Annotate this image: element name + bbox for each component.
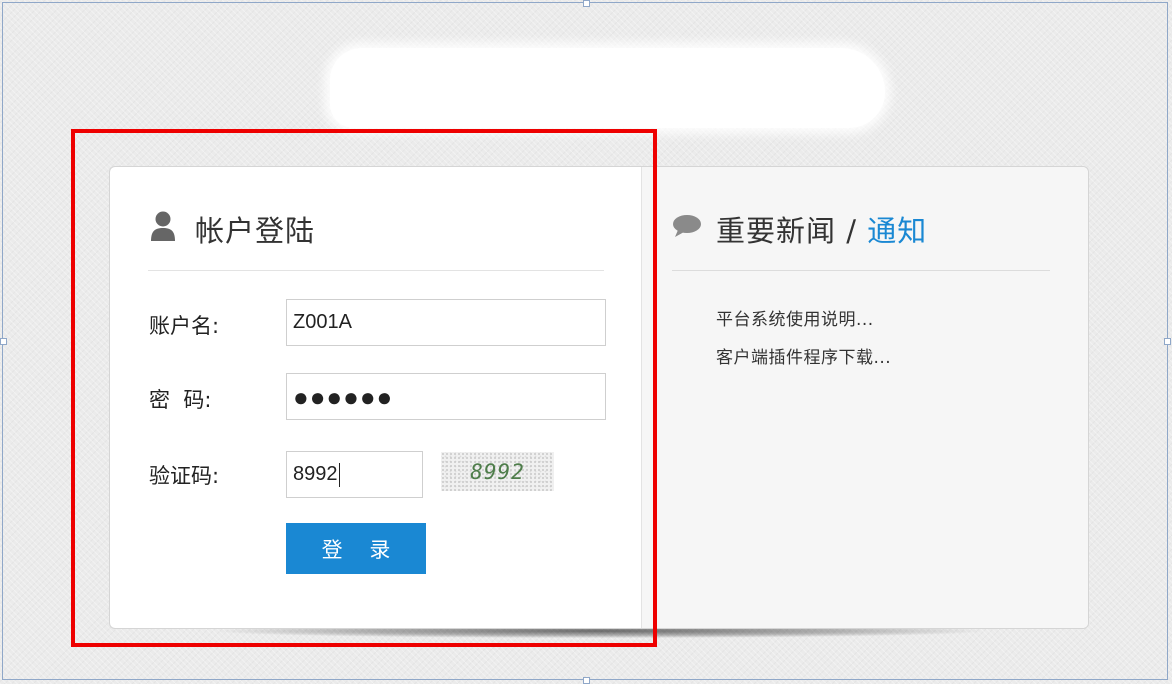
resize-handle[interactable] [1164,338,1171,345]
highlight-box [71,129,657,647]
resize-handle[interactable] [583,0,590,7]
news-panel-title: 重要新闻 / 通知 [716,208,927,250]
news-title-divider [672,270,1050,271]
news-item-plugin-download[interactable]: 客户端插件程序下载... [716,343,891,368]
news-item-manual[interactable]: 平台系统使用说明... [716,305,874,330]
news-title-main: 重要新闻 [716,214,837,248]
speech-bubble-icon [672,214,702,238]
resize-handle[interactable] [583,677,590,684]
news-title-notice[interactable]: 通知 [867,214,927,248]
news-title-separator: / [836,214,868,248]
resize-handle[interactable] [0,338,7,345]
redacted-banner [330,48,885,128]
